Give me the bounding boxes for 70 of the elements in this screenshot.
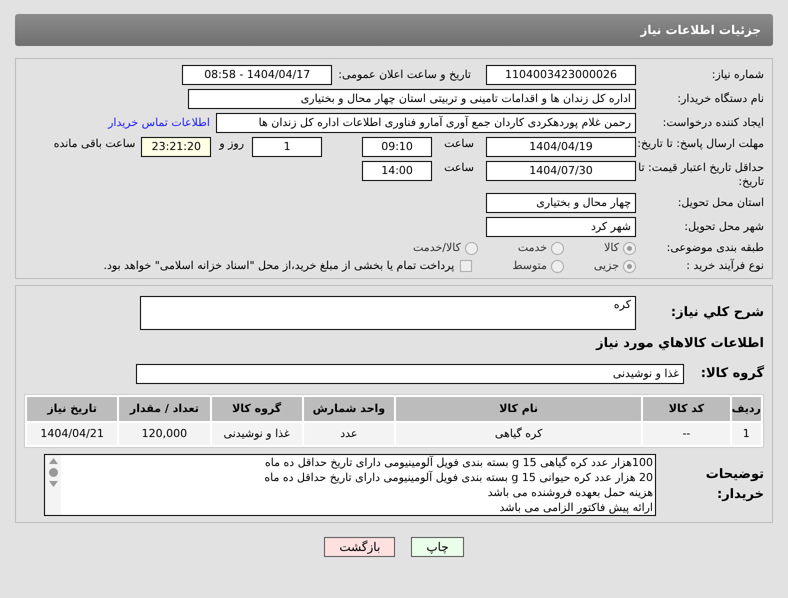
radio-label: متوسط <box>512 259 547 273</box>
text-field[interactable]: 1104003423000026 <box>486 65 636 85</box>
field-label: تاریخ و ساعت اعلان عمومی: <box>338 68 471 82</box>
checkbox[interactable] <box>460 260 472 272</box>
radio-label: کالا/خدمت <box>413 241 461 255</box>
text-area[interactable]: کره <box>140 296 636 330</box>
radio-label: کالا <box>604 241 619 255</box>
text-field[interactable]: 1 <box>252 137 322 157</box>
text-area[interactable] <box>44 454 656 516</box>
field-label: شماره نیاز: <box>710 68 764 82</box>
note-line: هزینه حمل بعهده فروشنده می باشد <box>486 484 653 500</box>
radio-label: خدمت <box>518 241 548 255</box>
radio-button[interactable] <box>623 242 636 254</box>
scroll-up-icon[interactable] <box>48 458 58 464</box>
radio-button[interactable] <box>464 242 478 254</box>
table-cell: 1404/04/21 <box>27 422 118 444</box>
text-field[interactable]: رحمن غلام پوردهکردی کاردان جمع آوری آمارو فناوری اطلاعات اداره کل زندان ها <box>216 113 636 133</box>
radio-label: جزیی <box>594 259 619 273</box>
text-field[interactable]: غذا و نوشیدنی <box>136 364 684 384</box>
countdown-field[interactable]: 23:21:20 <box>141 137 212 157</box>
note-line: ارائه پیش فاکتور الزامی می باشد <box>498 500 653 514</box>
field-label: ایجاد کننده درخواست: <box>662 116 764 130</box>
field-label: ساعت باقی مانده <box>54 137 136 151</box>
column-header: تعداد / مقدار <box>119 396 210 420</box>
scroll-down-icon[interactable] <box>48 480 58 486</box>
text-field[interactable]: 1404/04/17 - 08:58 <box>182 65 332 85</box>
field-label: نوع فرآیند خرید : <box>685 259 764 273</box>
text-field[interactable]: شهر کرد <box>486 217 636 237</box>
field-label: ساعت <box>444 161 474 175</box>
table-cell: 1 <box>732 422 761 444</box>
field-label: استان محل تحویل: <box>676 196 764 210</box>
text-field[interactable]: 14:00 <box>362 161 432 181</box>
print-button[interactable]: چاپ <box>411 536 464 556</box>
field-label: شهر محل تحویل: <box>683 220 764 234</box>
column-header: تاریخ نیاز <box>27 396 118 420</box>
column-header: واحد شمارش <box>304 396 394 420</box>
table-cell: عدد <box>304 422 394 444</box>
text-field[interactable]: اداره کل زندان ها و اقدامات تامینی و تربیتی استان چهار محال و بختیاری <box>188 89 636 109</box>
table-cell: کره گیاهی <box>396 422 642 444</box>
table-cell: غذا و نوشیدنی <box>212 422 302 444</box>
radio-button[interactable] <box>623 260 636 272</box>
table-cell: -- <box>643 422 730 444</box>
checkbox-label: پرداخت تمام یا بخشی از مبلغ خرید،از محل "اسناد خزانه اسلامی" خواهد بود. <box>104 259 454 273</box>
column-header: کد کالا <box>643 396 730 420</box>
field-label: گروه کالا: <box>700 364 764 383</box>
note-line: 20 هزار عدد کره حیوانی 15 g بسته بندی فویل آلومینیومی دارای تاریخ حداقل ده ماه <box>263 470 653 484</box>
text-field[interactable]: 09:10 <box>362 137 432 157</box>
field-label: نام دستگاه خریدار: <box>676 92 764 106</box>
field-label: حداقل تاریخ اعتبار قیمت: تا تاریخ: <box>637 161 764 189</box>
field-label: مهلت ارسال پاسخ: تا تاریخ: <box>636 137 764 151</box>
column-header: گروه کالا <box>212 396 302 420</box>
radio-button[interactable] <box>551 242 564 254</box>
column-header: ردیف <box>732 396 761 420</box>
radio-button[interactable] <box>550 260 564 272</box>
section-heading: اطلاعات كالاهاي مورد نياز <box>596 336 764 351</box>
field-label: ساعت <box>444 137 474 151</box>
text-field[interactable]: چهار محال و بختیاری <box>486 193 636 213</box>
field-label: توضیحات خریدار: <box>704 466 764 504</box>
buyer-contact-link[interactable]: اطلاعات تماس خریدار <box>108 116 210 130</box>
page-title: جزئیات اطلاعات نیاز <box>640 22 761 39</box>
field-label: شرح كلي نياز: <box>670 304 764 322</box>
table-cell: 120,000 <box>119 422 210 444</box>
field-label: روز و <box>219 137 244 151</box>
note-line: 100هزار عدد کره گیاهی 15 g بسته بندی فویل آلومینیومی دارای تاریخ حداقل ده ماه <box>264 454 653 470</box>
field-label: طبقه بندی موضوعی: <box>666 241 764 255</box>
text-field[interactable]: 1404/04/19 <box>486 137 636 157</box>
scroll-thumb-icon[interactable] <box>48 468 58 476</box>
text-field[interactable]: 1404/07/30 <box>486 161 636 181</box>
column-header: نام کالا <box>396 396 642 420</box>
back-button[interactable]: بازگشت <box>324 536 396 556</box>
